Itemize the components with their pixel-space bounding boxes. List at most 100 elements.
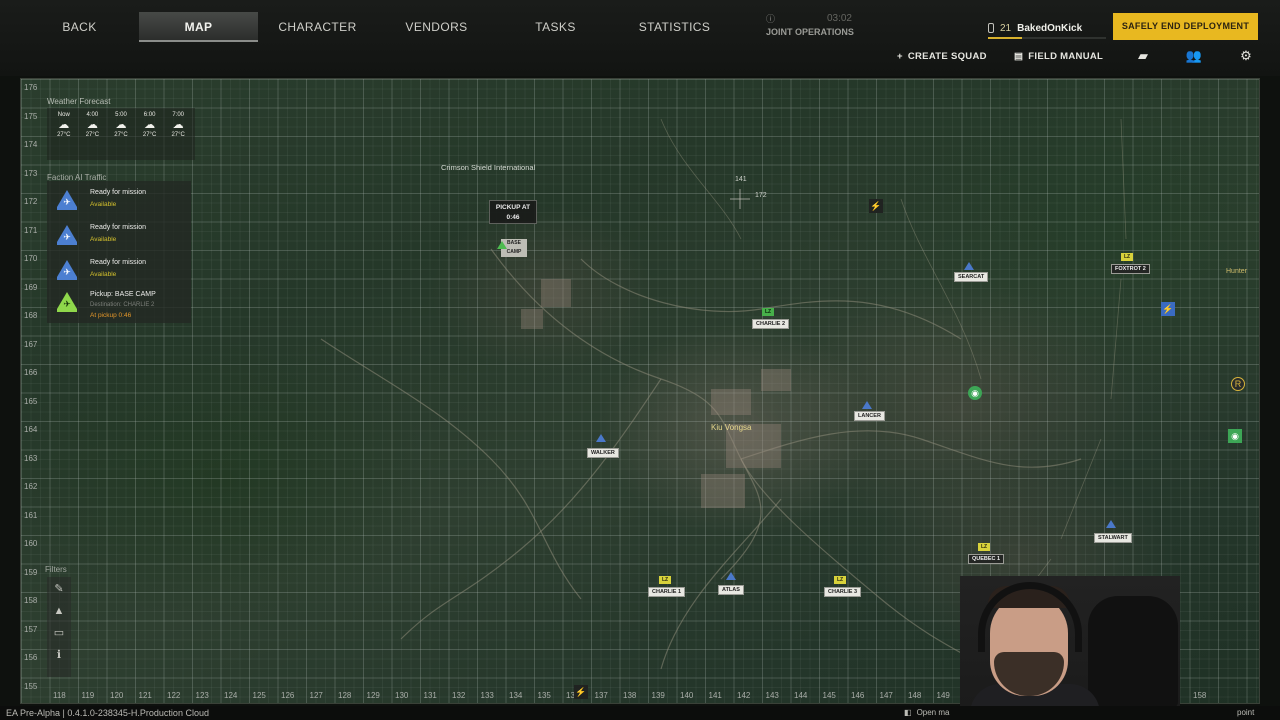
chat-icon[interactable]: ▰ (1134, 48, 1152, 64)
safely-end-deployment-button[interactable]: SAFELY END DEPLOYMENT (1113, 13, 1258, 40)
squad-marker-walker-icon[interactable] (596, 434, 606, 442)
x-coordinate-label: 132 (452, 691, 466, 700)
weather-title: Weather Forecast (47, 97, 111, 106)
squad-marker-lancer-icon[interactable] (862, 401, 872, 409)
faction-entry-title: Ready for mission (90, 189, 147, 196)
plus-icon: + (897, 50, 903, 62)
rain-cloud-icon: ☁ (58, 119, 70, 131)
create-squad-button[interactable]: + CREATE SQUAD (897, 48, 987, 64)
place-hunter: Hunter (1226, 268, 1248, 275)
marker-label-charlie1: CHARLIE 1 (648, 587, 686, 597)
squad-icon[interactable]: 👥 (1185, 48, 1203, 64)
faction-entry-title: Ready for mission (90, 259, 147, 266)
tab-map[interactable]: MAP (139, 12, 258, 42)
tab-character[interactable]: CHARACTER (258, 12, 377, 42)
lz-badge-quebec1[interactable]: LZ (978, 543, 990, 551)
faction-entry-status: Available (90, 201, 117, 208)
marker-label-charlie3: CHARLIE 3 (824, 587, 862, 597)
faction-entry-status: At pickup 0:46 (90, 312, 132, 319)
faction-entry[interactable]: ✈ Ready for mission Available (47, 185, 191, 215)
x-coordinate-label: 138 (623, 691, 637, 700)
y-coordinate-label: 164 (24, 425, 38, 434)
footer-bar: EA Pre-Alpha | 0.4.1.0-238345-H.Producti… (0, 706, 1280, 720)
x-coordinate-label: 139 (651, 691, 665, 700)
weather-slot: 4:00 ☁ 27°C (80, 112, 106, 156)
field-manual-button[interactable]: ▤ FIELD MANUAL (1014, 48, 1103, 64)
faction-entry[interactable]: ✈ Ready for mission Available (47, 255, 191, 285)
filters-toolbar: ✎ ▲ ▭ ℹ (47, 577, 71, 677)
tab-tasks[interactable]: TASKS (496, 12, 615, 42)
y-coordinate-label: 156 (24, 653, 38, 662)
player-info: 21 BakedOnKick (988, 18, 1082, 38)
weather-time: 7:00 (172, 112, 185, 118)
bell-icon[interactable]: ▲ (54, 603, 65, 619)
tab-statistics[interactable]: STATISTICS (615, 12, 734, 42)
info-icon[interactable]: ℹ (57, 647, 61, 663)
lightning-marker-icon[interactable]: ⚡ (869, 199, 883, 213)
cursor-y-coordinate: 172 (755, 192, 767, 199)
x-coordinate-label: 144 (794, 691, 808, 700)
x-coordinate-label: 134 (509, 691, 523, 700)
x-coordinate-label: 146 (851, 691, 865, 700)
cursor-x-coordinate: 141 (735, 176, 747, 183)
weather-time: 6:00 (143, 112, 156, 118)
weather-slot: Now ☁ 27°C (51, 112, 77, 156)
tab-back[interactable]: BACK (20, 12, 139, 42)
faction-entry[interactable]: ✈ Ready for mission Available (47, 220, 191, 250)
x-coordinate-label: 158 (1193, 691, 1207, 700)
marker-label-stalwart: STALWART (1094, 533, 1132, 543)
x-coordinate-label: 121 (138, 691, 152, 700)
y-coordinate-label: 174 (24, 140, 38, 149)
lz-badge-charlie1[interactable]: LZ (659, 576, 671, 584)
lz-badge-foxtrot2[interactable]: LZ (1121, 253, 1133, 261)
weather-slot: 7:00 ☁ 27°C (165, 112, 191, 156)
top-bar: BACK MAP CHARACTER VENDORS TASKS STATIST… (0, 0, 1280, 76)
currency-icon (988, 23, 994, 33)
y-coordinate-label: 161 (24, 510, 38, 520)
x-coordinate-label: 131 (423, 691, 437, 700)
x-coordinate-label: 119 (81, 691, 95, 700)
marker-label-walker: WALKER (587, 448, 619, 458)
objective-green-marker-icon-2[interactable]: ◉ (1228, 429, 1242, 443)
faction-entry-title: Pickup: BASE CAMP (90, 291, 156, 298)
info-icon: ⓘ (766, 14, 776, 24)
weather-slot: 6:00 ☁ 27°C (137, 112, 163, 156)
build-version: EA Pre-Alpha | 0.4.1.0-238345-H.Producti… (6, 708, 209, 718)
lz-badge-charlie3[interactable]: LZ (834, 576, 846, 584)
operation-timer: 03:02 (826, 13, 852, 24)
create-squad-label: CREATE SQUAD (907, 50, 987, 62)
joint-operations[interactable]: ⓘ 03:02 JOINT OPERATIONS (766, 12, 856, 40)
pencil-icon[interactable]: ✎ (54, 581, 63, 597)
marker-label-charlie2: CHARLIE 2 (752, 319, 790, 329)
helicopter-blue-icon: ✈ (57, 225, 77, 245)
pickup-tag-label: PICKUP AT (495, 204, 531, 211)
x-coordinate-label: 125 (252, 691, 266, 700)
squad-marker-stalwart-icon[interactable] (1106, 520, 1116, 528)
squad-marker-atlas-icon[interactable] (726, 572, 736, 580)
tab-vendors[interactable]: VENDORS (377, 12, 496, 42)
faction-entry[interactable]: ✈ Pickup: BASE CAMP Destination: CHARLIE… (47, 287, 191, 321)
marker-label-lancer: LANCER (854, 411, 885, 421)
helicopter-green-icon: ✈ (57, 292, 77, 312)
x-coordinate-label: 124 (224, 691, 238, 700)
settings-gear-icon[interactable]: ⚙ (1237, 48, 1255, 64)
x-coordinate-label: 126 (281, 691, 295, 700)
objective-green-marker-icon[interactable]: ◉ (968, 386, 982, 400)
rain-cloud-icon: ☁ (172, 119, 184, 131)
player-position-marker (497, 241, 507, 249)
squad-marker-searcat-icon[interactable] (964, 262, 974, 270)
x-coordinate-label: 122 (167, 691, 181, 700)
lightning-marker-icon-2[interactable]: ⚡ (574, 685, 588, 699)
field-manual-label: FIELD MANUAL (1028, 50, 1104, 62)
x-coordinate-label: 129 (366, 691, 380, 700)
lightning-blue-marker-icon[interactable]: ⚡ (1161, 302, 1175, 316)
rain-cloud-icon: ☁ (144, 119, 156, 131)
marker-label-foxtrot2: FOXTROT 2 (1111, 264, 1150, 274)
objective-yellow-marker-icon[interactable]: R (1231, 377, 1245, 391)
joint-operations-label: JOINT OPERATIONS (766, 27, 854, 37)
y-coordinate-label: 159 (24, 567, 38, 577)
lz-filter-icon[interactable]: ▭ (54, 625, 64, 641)
gaming-chair (1088, 596, 1178, 706)
lz-badge-charlie2[interactable]: LZ (762, 308, 774, 316)
x-coordinate-label: 128 (338, 691, 352, 700)
